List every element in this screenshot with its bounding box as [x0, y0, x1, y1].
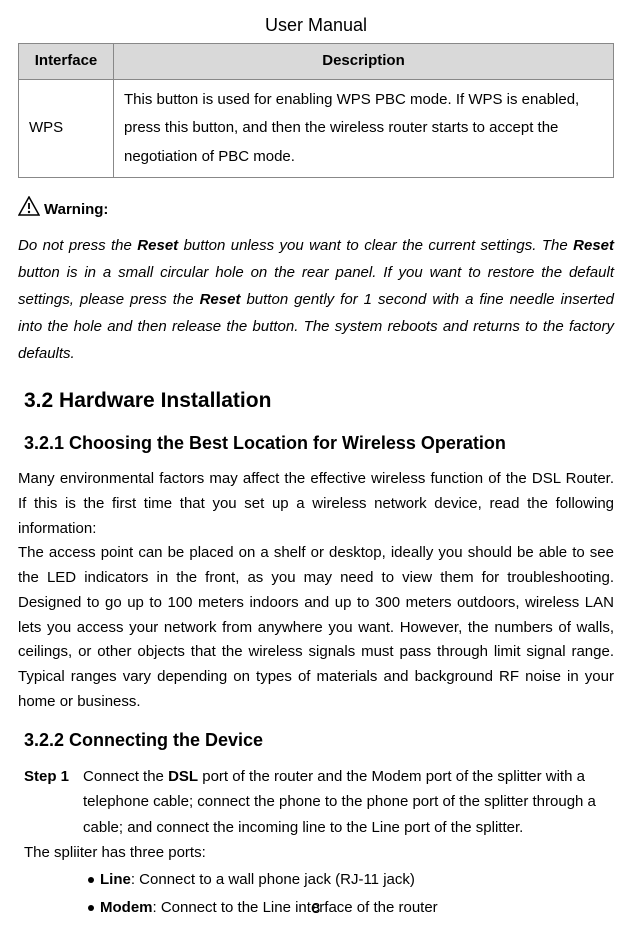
- list-item: Line: Connect to a wall phone jack (RJ-1…: [88, 866, 614, 895]
- warning-text-part: Do not press the: [18, 237, 137, 254]
- splitter-intro: The spliiter has three ports:: [18, 840, 614, 866]
- step-bold: DSL: [168, 768, 198, 785]
- warning-text-bold: Reset: [573, 237, 614, 254]
- step-1-label: Step 1: [24, 764, 69, 841]
- page-header-title: User Manual: [18, 12, 614, 39]
- warning-text: Do not press the Reset button unless you…: [18, 232, 614, 367]
- section-3-2-1-body: Many environmental factors may affect th…: [18, 467, 614, 715]
- section-3-2-title: 3.2 Hardware Installation: [18, 385, 614, 417]
- bullet-icon: [88, 877, 94, 883]
- warning-block: Warning: Do not press the Reset button u…: [18, 196, 614, 367]
- section-3-2-1-title: 3.2.1 Choosing the Best Location for Wir…: [18, 430, 614, 457]
- step-1-content: Connect the DSL port of the router and t…: [83, 764, 614, 841]
- warning-label: Warning:: [44, 199, 108, 222]
- page-number: 8: [0, 898, 632, 921]
- bullet-plain: : Connect to a wall phone jack (RJ-11 ja…: [131, 871, 415, 888]
- warning-title: Warning:: [18, 196, 614, 224]
- section-3-2-2-title: 3.2.2 Connecting the Device: [18, 727, 614, 754]
- interface-table: Interface Description WPS This button is…: [18, 43, 614, 178]
- table-header-description: Description: [114, 44, 614, 80]
- cell-interface: WPS: [19, 79, 114, 178]
- step-text: Connect the: [83, 768, 168, 785]
- bullet-bold: Line: [100, 871, 131, 888]
- warning-text-bold: Reset: [137, 237, 178, 254]
- table-header-interface: Interface: [19, 44, 114, 80]
- warning-text-part: button unless you want to clear the curr…: [178, 237, 573, 254]
- warning-icon: [18, 196, 40, 224]
- warning-text-bold: Reset: [200, 291, 241, 308]
- table-row: WPS This button is used for enabling WPS…: [19, 79, 614, 178]
- bullet-text: Line: Connect to a wall phone jack (RJ-1…: [100, 866, 415, 895]
- cell-description: This button is used for enabling WPS PBC…: [114, 79, 614, 178]
- step-1-row: Step 1 Connect the DSL port of the route…: [18, 764, 614, 841]
